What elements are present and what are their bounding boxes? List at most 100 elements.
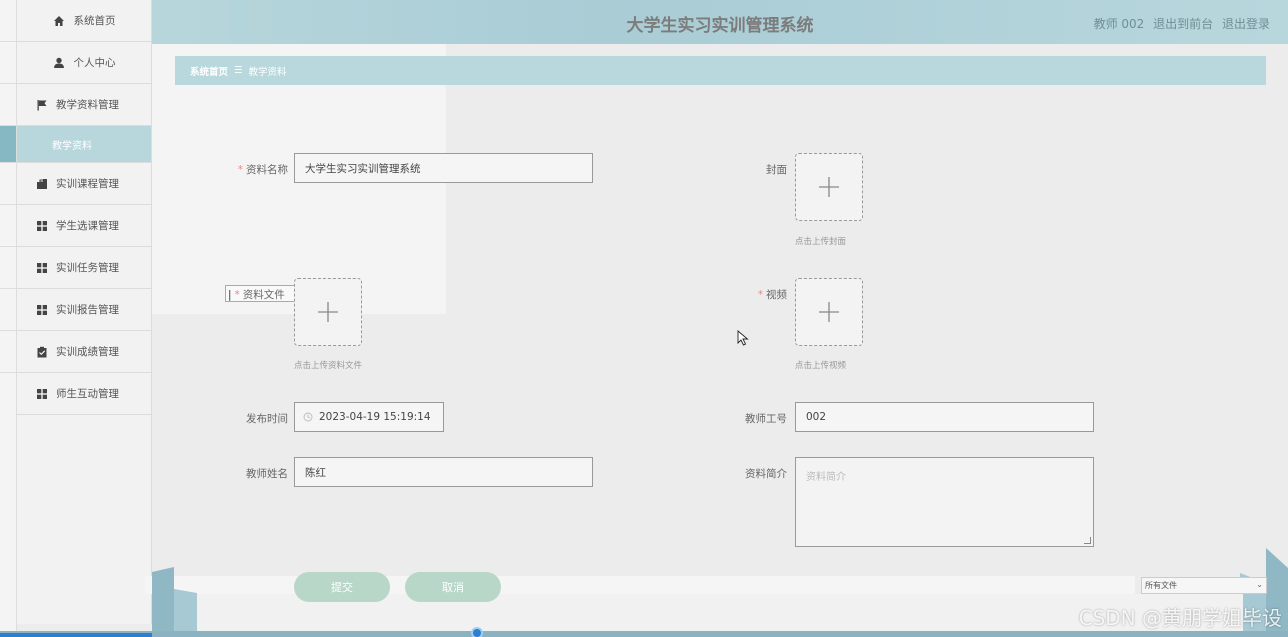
sidebar-item-task-mgmt[interactable]: 实训任务管理 xyxy=(17,247,151,289)
sidebar-item-label: 师生互动管理 xyxy=(56,388,119,400)
grid-icon xyxy=(36,220,48,232)
publish-time-value: 2023-04-19 15:19:14 xyxy=(319,411,431,423)
text-caret: | xyxy=(228,289,232,301)
resize-handle[interactable] xyxy=(1084,537,1091,544)
cancel-button[interactable]: 取消 xyxy=(405,572,501,602)
sidebar-item-label: 教学资料管理 xyxy=(56,99,119,111)
sidebar-item-label: 个人中心 xyxy=(73,57,116,69)
label-text: 资料文件 xyxy=(242,289,285,301)
strip-cell-active xyxy=(0,126,16,163)
bottom-progress-line xyxy=(0,631,1288,637)
material-file-upload-hint: 点击上传资料文件 xyxy=(294,361,363,371)
publish-time-picker[interactable]: 2023-04-19 15:19:14 xyxy=(294,402,444,432)
required-mark: * xyxy=(757,289,763,301)
intro-placeholder: 资料简介 xyxy=(806,472,846,483)
sidebar-item-label: 学生选课管理 xyxy=(56,220,119,232)
breadcrumb-separator: ☰ xyxy=(234,65,243,76)
sidebar-item-label: 实训任务管理 xyxy=(56,262,119,274)
breadcrumb-current: 教学资料 xyxy=(248,66,287,78)
user-label: 教师 002 xyxy=(1093,17,1145,31)
submit-button[interactable]: 提交 xyxy=(294,572,390,602)
required-mark: * xyxy=(237,164,243,176)
cover-upload-hint: 点击上传封面 xyxy=(795,237,847,247)
strip-cell xyxy=(0,84,16,126)
video-upload-hint: 点击上传视频 xyxy=(795,361,847,371)
back-to-frontend-link[interactable]: 退出到前台 xyxy=(1153,17,1213,31)
publish-time-label: 发布时间 xyxy=(220,411,288,426)
cover-label: 封面 xyxy=(740,162,787,177)
label-text: 视频 xyxy=(766,289,787,301)
grid-icon xyxy=(36,388,48,400)
sidebar-item-label: 实训成绩管理 xyxy=(56,346,119,358)
plus-icon xyxy=(318,302,338,322)
slider-handle[interactable] xyxy=(471,627,483,637)
progress-fill xyxy=(0,633,152,637)
material-name-value: 大学生实习实训管理系统 xyxy=(305,162,421,175)
sidebar-item-interaction-mgmt[interactable]: 师生互动管理 xyxy=(17,373,151,415)
label-text: 封面 xyxy=(766,164,787,176)
intro-label: 资料简介 xyxy=(720,466,787,481)
file-type-selected: 所有文件 xyxy=(1145,581,1177,590)
strip-cell xyxy=(0,205,16,247)
strip-cell xyxy=(0,289,16,331)
required-mark: * xyxy=(234,289,240,301)
sidebar-item-label: 实训课程管理 xyxy=(56,178,119,190)
grid-icon xyxy=(36,262,48,274)
home-icon xyxy=(53,15,65,27)
file-type-select[interactable]: 所有文件 ⌄ xyxy=(1141,577,1267,594)
sidebar-item-score-mgmt[interactable]: 实训成绩管理 xyxy=(17,331,151,373)
video-label: * 视频 xyxy=(740,287,787,302)
label-text: 教师工号 xyxy=(745,413,787,425)
sidebar: 系统首页 个人中心 教学资料管理 教学资料 实训课程管理 学生选课管理 实训任务… xyxy=(17,0,152,624)
plus-icon xyxy=(819,302,839,322)
sidebar-item-teaching-material-mgmt[interactable]: 教学资料管理 xyxy=(17,84,151,126)
flag-icon xyxy=(36,99,48,111)
sidebar-item-label: 系统首页 xyxy=(73,15,116,27)
sidebar-item-course-mgmt[interactable]: 实训课程管理 xyxy=(17,163,151,205)
watermark: CSDN @黄朋学姐毕设 xyxy=(1078,606,1282,630)
material-name-input[interactable]: 大学生实习实训管理系统 xyxy=(294,153,593,183)
intro-textarea[interactable]: 资料简介 xyxy=(795,457,1094,547)
top-header: 大学生实习实训管理系统 教师 002 退出到前台 退出登录 xyxy=(152,0,1288,44)
teacher-name-input[interactable]: 陈红 xyxy=(294,457,593,487)
sidebar-item-course-selection-mgmt[interactable]: 学生选课管理 xyxy=(17,205,151,247)
strip-cell xyxy=(0,42,16,84)
teacher-id-value: 002 xyxy=(806,411,827,423)
label-text: 资料名称 xyxy=(246,164,288,176)
user-menu: 教师 002 退出到前台 退出登录 xyxy=(1094,15,1270,32)
material-file-upload[interactable] xyxy=(294,278,362,346)
label-text: 发布时间 xyxy=(246,413,288,425)
sidebar-item-label: 实训报告管理 xyxy=(56,304,119,316)
strip-cell xyxy=(0,247,16,289)
teacher-name-label: 教师姓名 xyxy=(220,466,288,481)
plus-icon xyxy=(819,177,839,197)
video-upload[interactable] xyxy=(795,278,863,346)
sidebar-subitem-teaching-material[interactable]: 教学资料 xyxy=(17,126,151,163)
teacher-id-input[interactable]: 002 xyxy=(795,402,1094,432)
teacher-id-label: 教师工号 xyxy=(720,411,787,426)
clipboard-icon xyxy=(36,346,48,358)
grid-icon xyxy=(36,304,48,316)
sidebar-item-label: 教学资料 xyxy=(52,140,92,152)
strip-cell xyxy=(0,163,16,205)
sidebar-item-profile[interactable]: 个人中心 xyxy=(17,42,151,84)
label-text: 教师姓名 xyxy=(246,468,288,480)
cover-upload[interactable] xyxy=(795,153,863,221)
breadcrumb-home[interactable]: 系统首页 xyxy=(190,64,228,78)
label-text: 资料简介 xyxy=(745,468,787,480)
decorative-shape-left xyxy=(152,567,197,637)
teacher-name-value: 陈红 xyxy=(305,466,326,479)
chevron-down-icon: ⌄ xyxy=(1256,580,1263,589)
logout-link[interactable]: 退出登录 xyxy=(1222,17,1270,31)
mouse-cursor-icon xyxy=(737,330,749,346)
user-icon xyxy=(53,57,65,69)
breadcrumb: 系统首页 ☰ 教学资料 xyxy=(175,56,1266,85)
strip-cell xyxy=(0,331,16,373)
sidebar-item-report-mgmt[interactable]: 实训报告管理 xyxy=(17,289,151,331)
strip-cell xyxy=(0,0,16,42)
briefcase-icon xyxy=(36,178,48,190)
clock-icon xyxy=(303,412,313,422)
material-name-label: * 资料名称 xyxy=(220,162,288,177)
sidebar-item-home[interactable]: 系统首页 xyxy=(17,0,151,42)
material-file-label: | * 资料文件 xyxy=(228,287,288,302)
